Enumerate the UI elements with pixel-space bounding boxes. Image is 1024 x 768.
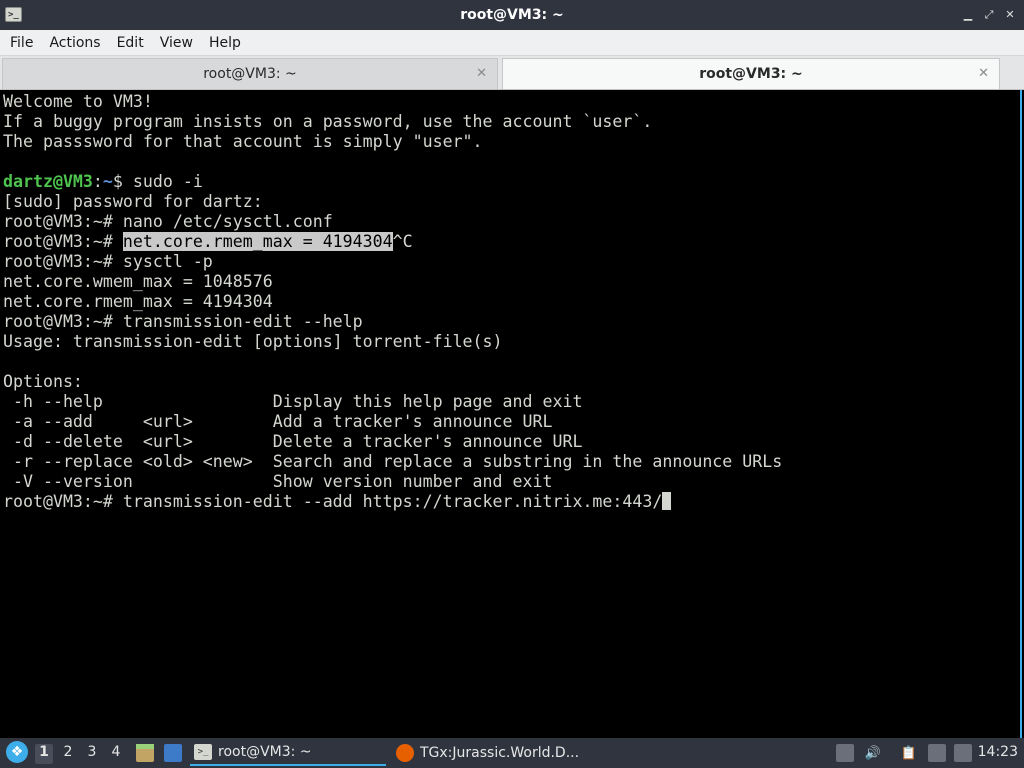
terminal-line: Usage: transmission-edit [options] torre… (3, 332, 503, 351)
interrupt-text: ^C (392, 232, 413, 251)
terminal-line: -d --delete <url> Delete a tracker's ann… (3, 432, 583, 451)
task-label: root@VM3: ~ (218, 744, 312, 760)
prompt-path: ~ (102, 172, 113, 191)
notification-icon[interactable] (954, 744, 972, 762)
clock[interactable]: 14:23 (978, 744, 1018, 760)
menu-view[interactable]: View (154, 35, 199, 51)
tray-app-icon[interactable] (836, 744, 854, 762)
terminal-line: root@VM3:~# nano /etc/sysctl.conf (3, 212, 333, 231)
minimize-icon[interactable]: ▁ (960, 6, 976, 22)
tab-terminal-1[interactable]: root@VM3: ~ ✕ (2, 58, 498, 89)
prompt-user: dartz@VM3 (3, 172, 93, 191)
prompt-symbol: $ (112, 172, 133, 191)
terminal-line: -r --replace <old> <new> Search and repl… (3, 452, 783, 471)
terminal-line: net.core.wmem_max = 1048576 (3, 272, 273, 291)
window-title: root@VM3: ~ (460, 7, 564, 23)
terminal-line: -V --version Show version number and exi… (3, 472, 553, 491)
workspace-3[interactable]: 3 (83, 744, 101, 764)
terminal-line: root@VM3:~# transmission-edit --help (3, 312, 363, 331)
highlighted-line: root@VM3:~# net.core.rmem_max = 4194304^… (3, 232, 1020, 252)
terminal-line: Welcome to VM3! (3, 92, 153, 111)
prompt-separator: : (92, 172, 103, 191)
tab-bar: root@VM3: ~ ✕ root@VM3: ~ ✕ (0, 56, 1024, 90)
workspace-4[interactable]: 4 (107, 744, 125, 764)
selected-text[interactable]: net.core.rmem_max = 4194304 (122, 232, 393, 251)
menu-bar: File Actions Edit View Help (0, 30, 1024, 56)
close-icon[interactable]: ✕ (1002, 6, 1018, 22)
text-cursor (662, 492, 672, 510)
terminal-line: -h --help Display this help page and exi… (3, 392, 583, 411)
user-prompt-line: dartz@VM3:~$ sudo -i (3, 172, 1020, 192)
show-desktop-icon[interactable] (164, 744, 182, 762)
network-icon[interactable] (928, 744, 946, 762)
prompt-command: sudo -i (132, 172, 203, 191)
task-terminal[interactable]: >_ root@VM3: ~ (190, 740, 386, 766)
prompt: root@VM3:~# (3, 492, 123, 511)
menu-actions[interactable]: Actions (43, 35, 106, 51)
terminal-line: root@VM3:~# sysctl -p (3, 252, 213, 271)
current-command[interactable]: transmission-edit --add https://tracker.… (123, 492, 662, 511)
task-firefox[interactable]: TGx:Jurassic.World.D... (392, 740, 592, 766)
start-menu-icon[interactable]: ❖ (6, 741, 28, 763)
workspace-2[interactable]: 2 (59, 744, 77, 764)
menu-help[interactable]: Help (203, 35, 247, 51)
volume-icon[interactable]: 🔊 (864, 744, 882, 762)
terminal-output[interactable]: Welcome to VM3! If a buggy program insis… (0, 90, 1022, 738)
workspace-1[interactable]: 1 (35, 744, 53, 764)
clipboard-icon[interactable]: 📋 (900, 744, 918, 762)
tab-label: root@VM3: ~ (203, 66, 297, 82)
taskbar: ❖ 1 2 3 4 >_ root@VM3: ~ TGx:Jurassic.Wo… (0, 738, 1024, 768)
terminal-line: [sudo] password for dartz: (3, 192, 263, 211)
current-command-line[interactable]: root@VM3:~# transmission-edit --add http… (3, 492, 1020, 512)
task-label: TGx:Jurassic.World.D... (420, 745, 580, 761)
tab-close-icon[interactable]: ✕ (476, 66, 487, 81)
title-bar[interactable]: >_ root@VM3: ~ ▁ ⤢ ✕ (0, 0, 1024, 30)
window-controls: ▁ ⤢ ✕ (960, 6, 1018, 22)
tab-label: root@VM3: ~ (699, 66, 803, 82)
firefox-icon (396, 744, 414, 762)
menu-edit[interactable]: Edit (111, 35, 150, 51)
prompt: root@VM3:~# (3, 232, 123, 251)
tab-terminal-2[interactable]: root@VM3: ~ ✕ (502, 58, 1000, 89)
terminal-line: If a buggy program insists on a password… (3, 112, 653, 131)
terminal-line: net.core.rmem_max = 4194304 (3, 292, 273, 311)
menu-file[interactable]: File (4, 35, 39, 51)
terminal-icon: >_ (194, 744, 212, 760)
tab-close-icon[interactable]: ✕ (978, 66, 989, 81)
file-manager-icon[interactable] (136, 744, 154, 762)
restore-icon[interactable]: ⤢ (981, 6, 997, 22)
terminal-app-icon[interactable]: >_ (5, 7, 22, 22)
terminal-line: The passsword for that account is simply… (3, 132, 483, 151)
terminal-line: Options: (3, 372, 83, 391)
terminal-line: -a --add <url> Add a tracker's announce … (3, 412, 553, 431)
